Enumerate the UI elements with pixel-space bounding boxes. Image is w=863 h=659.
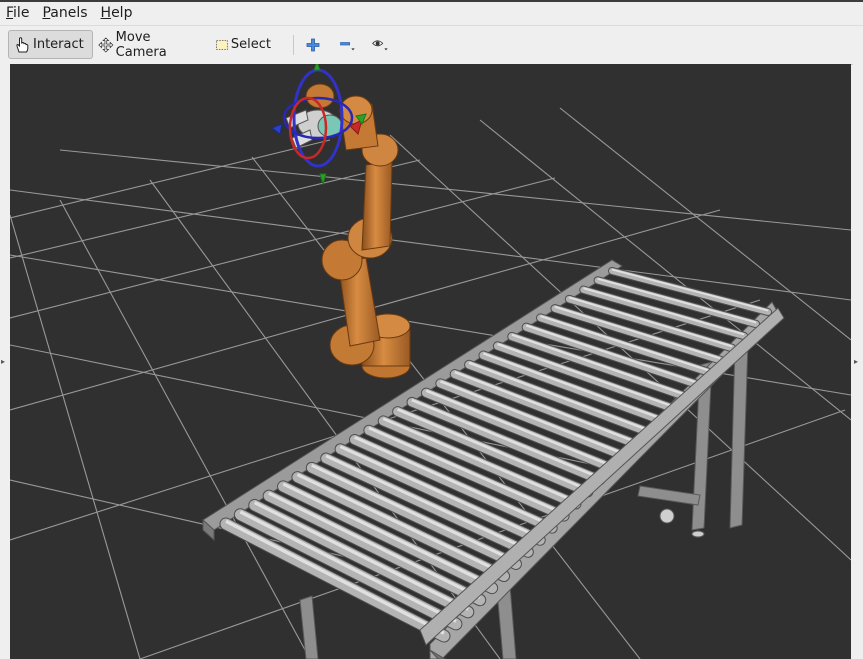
remove-tool-button[interactable] (334, 30, 362, 59)
tools-toolbar: Interact Move Camera Select (0, 25, 863, 65)
triangle-right-icon: ▸ (854, 357, 859, 366)
move-camera-tool-button[interactable]: Move Camera (94, 29, 198, 60)
interact-tool-button[interactable]: Interact (8, 30, 93, 59)
add-tool-button[interactable] (301, 30, 325, 59)
menu-help[interactable]: Help (95, 2, 140, 24)
selection-box-icon (216, 39, 228, 50)
view-tool-button[interactable] (367, 30, 395, 59)
triangle-left-icon: ▸ (1, 357, 6, 366)
menu-file-label: ile (13, 5, 30, 21)
toolbar-separator (293, 35, 294, 55)
menu-help-mnemonic: H (100, 5, 112, 21)
plus-icon (306, 38, 320, 51)
menu-file[interactable]: File (0, 2, 36, 24)
minus-icon (340, 41, 355, 50)
3d-viewport[interactable] (10, 64, 851, 659)
select-tool-label: Select (230, 37, 271, 52)
menu-bar: File Panels Help (0, 2, 863, 24)
select-tool-button[interactable]: Select (211, 30, 275, 59)
interact-tool-label: Interact (33, 37, 84, 52)
move-camera-tool-label: Move Camera (115, 29, 167, 60)
hand-pointer-icon (16, 36, 29, 52)
eye-icon (372, 39, 388, 50)
scene-render (10, 64, 851, 659)
right-dock-handle[interactable]: ▸ (853, 64, 863, 659)
menu-panels-label: anels (50, 5, 88, 21)
menu-panels[interactable]: Panels (36, 2, 94, 24)
left-dock-handle[interactable]: ▸ (0, 64, 10, 659)
menu-file-mnemonic: F (6, 5, 14, 21)
menu-help-label: elp (111, 5, 133, 21)
move-arrows-icon (98, 36, 114, 53)
